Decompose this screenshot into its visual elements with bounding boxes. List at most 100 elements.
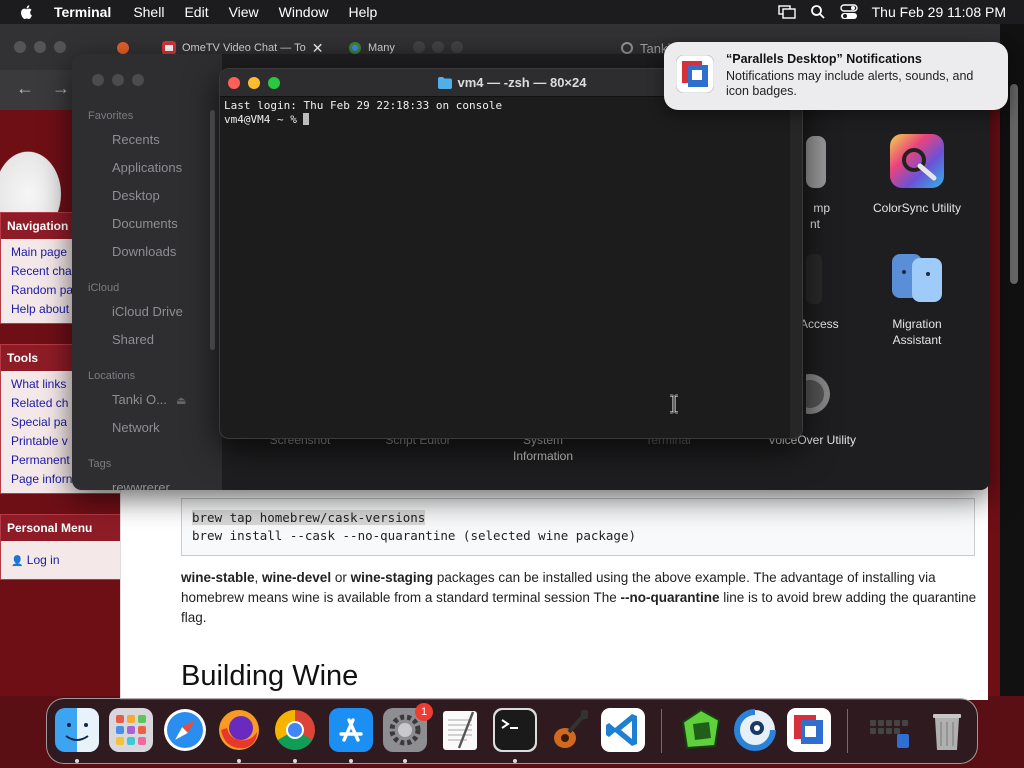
finder-minimize-button[interactable] xyxy=(112,74,124,86)
term-wine-devel: wine-devel xyxy=(262,570,332,585)
parallels-desktop-dock-icon[interactable] xyxy=(787,708,831,752)
finder-zoom-button[interactable] xyxy=(132,74,144,86)
sidebar-item-shared[interactable]: Shared xyxy=(112,332,154,347)
terminal-scrollbar[interactable] xyxy=(790,97,802,438)
code-block[interactable]: brew tap homebrew/cask-versions brew ins… xyxy=(181,498,975,556)
bg-window-zoom[interactable] xyxy=(451,41,463,53)
voiceover-utility-icon[interactable] xyxy=(806,368,830,424)
running-indicator xyxy=(237,759,241,763)
vscode-dock-icon[interactable] xyxy=(601,708,645,752)
tab-label: Many xyxy=(368,42,395,54)
firefox-view-icon xyxy=(117,42,129,54)
parallels-desktop-icon xyxy=(676,55,714,93)
control-center-icon[interactable] xyxy=(839,4,858,20)
sidebar-item-applications[interactable]: Applications xyxy=(112,160,182,175)
term-no-quarantine: --no-quarantine xyxy=(620,590,720,605)
chrome-dock-icon[interactable] xyxy=(273,708,317,752)
notification-title: “Parallels Desktop” Notifications xyxy=(726,52,922,66)
menu-shell[interactable]: Shell xyxy=(133,4,164,20)
menu-view[interactable]: View xyxy=(229,4,259,20)
favorites-section-label: Favorites xyxy=(88,110,134,122)
menu-bar: Terminal Shell Edit View Window Help Thu… xyxy=(0,0,1024,24)
page-scrollbar-thumb[interactable] xyxy=(1010,84,1018,284)
spotlight-search-icon[interactable] xyxy=(810,4,826,20)
colorsync-utility-label: ColorSync Utility xyxy=(872,201,962,215)
forward-arrow-icon[interactable]: → xyxy=(52,78,70,99)
dock: 1 xyxy=(46,698,978,764)
garageband-dock-icon[interactable] xyxy=(547,708,591,752)
finder-sidebar: Favorites Recents Applications Desktop D… xyxy=(72,54,222,490)
terminal-line: Last login: Thu Feb 29 22:18:33 on conso… xyxy=(224,99,503,112)
digital-color-meter-icon[interactable] xyxy=(806,136,830,192)
trash-dock-icon[interactable] xyxy=(925,708,969,752)
textedit-dock-icon[interactable] xyxy=(439,708,483,752)
menu-window[interactable]: Window xyxy=(279,4,329,20)
app-label-partial: mp xyxy=(813,201,830,215)
terminal-output[interactable]: Last login: Thu Feb 29 22:18:33 on conso… xyxy=(224,99,502,127)
menu-extras: Thu Feb 29 11:08 PM xyxy=(777,0,1006,24)
sidebar-item-tanki-online[interactable]: Tanki O... xyxy=(112,392,167,407)
chrome-tab-icon xyxy=(349,42,361,54)
login-label: Log in xyxy=(26,553,60,567)
apple-icon[interactable] xyxy=(18,3,36,21)
tab-label: OmeTV Video Chat — To xyxy=(182,42,306,54)
app-label-partial: nt xyxy=(809,217,820,231)
terminal-prompt-line: vm4@VM4 ~ % xyxy=(224,113,502,127)
terminal-title-text: vm4 — -zsh — 80×24 xyxy=(457,75,587,90)
finder-dock-icon[interactable] xyxy=(55,708,99,752)
bg-window-minimize[interactable] xyxy=(432,41,444,53)
sidebar-item-recents[interactable]: Recents xyxy=(112,132,160,147)
running-indicator xyxy=(349,759,353,763)
menubar-clock[interactable]: Thu Feb 29 11:08 PM xyxy=(872,4,1006,20)
terminal-dock-icon[interactable] xyxy=(493,708,537,752)
downloads-stack-icon[interactable] xyxy=(867,708,911,752)
finder-close-button[interactable] xyxy=(92,74,104,86)
keychain-access-label: Access xyxy=(800,317,839,331)
section-heading: Building Wine xyxy=(181,660,359,692)
gear-icon xyxy=(621,42,633,54)
sidebar-item-network[interactable]: Network xyxy=(112,420,160,435)
tanki-online-dock-icon[interactable] xyxy=(679,708,723,752)
ometv-tab-icon xyxy=(162,41,176,55)
running-indicator xyxy=(403,759,407,763)
notification-badge: 1 xyxy=(415,703,433,721)
menu-app-terminal[interactable]: Terminal xyxy=(54,4,111,20)
menu-help[interactable]: Help xyxy=(348,4,377,20)
running-indicator xyxy=(75,759,79,763)
sidebar-item-tag[interactable]: rewwrerer xyxy=(112,480,170,490)
keychain-access-icon[interactable] xyxy=(806,254,826,310)
locations-section-label: Locations xyxy=(88,370,136,382)
menu-edit[interactable]: Edit xyxy=(184,4,208,20)
sidebar-item-icloud-drive[interactable]: iCloud Drive xyxy=(112,304,183,319)
app-store-dock-icon[interactable] xyxy=(329,708,373,752)
sidebar-item-downloads[interactable]: Downloads xyxy=(112,244,176,259)
browser-close-button[interactable] xyxy=(14,41,26,53)
safari-dock-icon[interactable] xyxy=(163,708,207,752)
term-wine-stable: wine-stable xyxy=(181,570,255,585)
bg-window-close[interactable] xyxy=(413,41,425,53)
running-indicator xyxy=(513,759,517,763)
back-arrow-icon[interactable]: ← xyxy=(16,78,34,99)
parallels-notification[interactable]: “Parallels Desktop” Notifications Notifi… xyxy=(664,42,1008,110)
colorsync-utility-icon[interactable] xyxy=(890,134,944,188)
icloud-section-label: iCloud xyxy=(88,282,120,294)
dock-separator xyxy=(661,709,662,753)
sidebar-item-documents[interactable]: Documents xyxy=(112,216,178,231)
migration-assistant-icon[interactable] xyxy=(890,250,944,304)
folder-icon xyxy=(437,77,452,89)
firefox-dock-icon[interactable] xyxy=(217,708,261,752)
para-text: , xyxy=(254,570,263,585)
browser-minimize-button[interactable] xyxy=(34,41,46,53)
parallels-client-dock-icon[interactable] xyxy=(733,708,777,752)
browser-zoom-button[interactable] xyxy=(54,41,66,53)
notification-body: Notifications may include alerts, sounds… xyxy=(726,69,974,98)
term-wine-staging: wine-staging xyxy=(350,570,434,585)
sidebar-item-desktop[interactable]: Desktop xyxy=(112,188,160,203)
sidebar-scrollbar[interactable] xyxy=(210,110,215,350)
user-icon: 👤 xyxy=(11,556,24,567)
terminal-window[interactable]: vm4 — -zsh — 80×24 Last login: Thu Feb 2… xyxy=(219,68,803,439)
page-scrollbar[interactable] xyxy=(1000,24,1024,696)
launchpad-dock-icon[interactable] xyxy=(109,708,153,752)
screen-mirroring-icon[interactable] xyxy=(777,5,796,19)
eject-icon[interactable]: ⏏ xyxy=(176,394,186,407)
